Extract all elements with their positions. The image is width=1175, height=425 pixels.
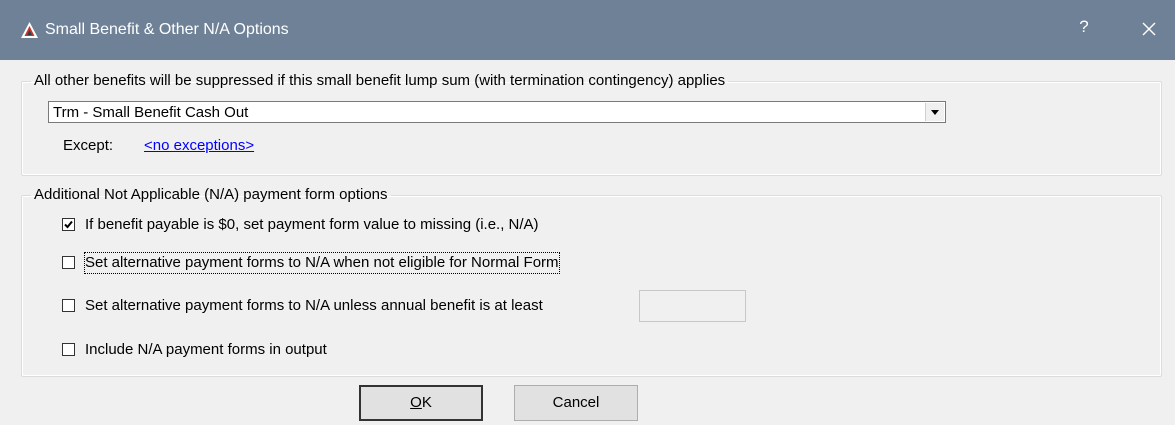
- ok-button[interactable]: OK: [359, 385, 483, 421]
- window-title: Small Benefit & Other N/A Options: [45, 21, 289, 38]
- ok-button-mnemonic: O: [410, 394, 422, 411]
- include-na-checkbox[interactable]: [62, 343, 75, 356]
- ok-button-label: K: [421, 394, 432, 411]
- zero-benefit-label: If benefit payable is $0, set payment fo…: [85, 216, 539, 233]
- title-bar: Small Benefit & Other N/A Options ?: [0, 0, 1175, 60]
- close-icon[interactable]: [1137, 17, 1161, 41]
- zero-benefit-checkbox[interactable]: [62, 218, 75, 231]
- except-label: Except:: [63, 137, 114, 154]
- checkmark-icon: [64, 220, 73, 229]
- min-benefit-input[interactable]: [639, 290, 746, 322]
- exceptions-link[interactable]: <no exceptions>: [144, 137, 254, 155]
- include-na-label: Include N/A payment forms in output: [85, 341, 327, 358]
- min-benefit-checkbox[interactable]: [62, 299, 75, 312]
- min-benefit-label: Set alternative payment forms to N/A unl…: [85, 297, 543, 314]
- cancel-button[interactable]: Cancel: [514, 385, 638, 421]
- dropdown-button[interactable]: [925, 103, 944, 121]
- not-eligible-checkbox[interactable]: [62, 256, 75, 269]
- lump-sum-group-legend: All other benefits will be suppressed if…: [34, 72, 726, 89]
- chevron-down-icon: [931, 110, 939, 115]
- not-eligible-label: Set alternative payment forms to N/A whe…: [84, 252, 560, 274]
- app-logo-icon: [21, 22, 38, 38]
- na-options-group-legend: Additional Not Applicable (N/A) payment …: [34, 186, 388, 203]
- help-button[interactable]: ?: [1074, 17, 1094, 37]
- lump-sum-group: All other benefits will be suppressed if…: [21, 72, 1162, 176]
- lump-sum-select[interactable]: Trm - Small Benefit Cash Out: [48, 101, 946, 123]
- lump-sum-select-value: Trm - Small Benefit Cash Out: [53, 104, 249, 121]
